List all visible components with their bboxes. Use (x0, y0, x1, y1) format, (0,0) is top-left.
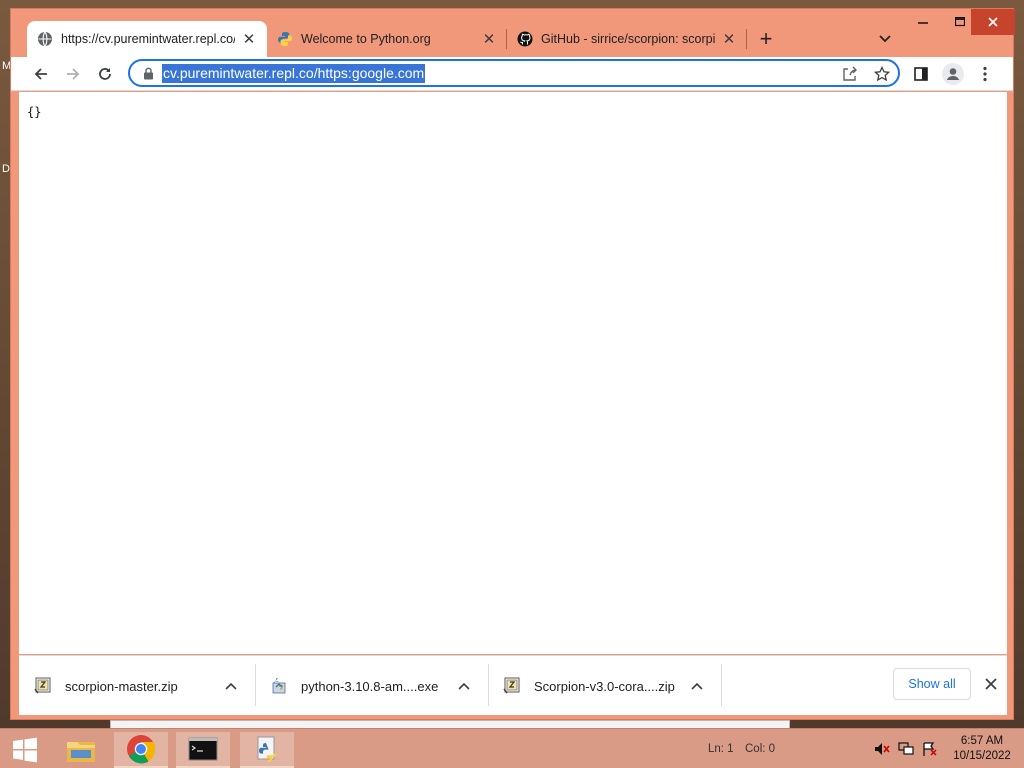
start-button[interactable] (0, 732, 50, 768)
profile-button[interactable] (939, 60, 967, 88)
maximize-icon (955, 17, 965, 27)
python-logo-icon (277, 31, 293, 47)
forward-button[interactable] (59, 60, 87, 88)
tab-github[interactable]: GitHub - sirrice/scorpion: scorpion ✕ (507, 21, 747, 57)
zip-file-icon (502, 676, 522, 696)
reload-icon (99, 68, 111, 80)
python-installer-icon (269, 676, 289, 696)
new-tab-button[interactable]: + (753, 26, 779, 52)
close-icon[interactable]: ✕ (481, 31, 497, 48)
globe-icon (37, 31, 53, 47)
minimize-button[interactable] (901, 9, 945, 35)
download-shelf: scorpion-master.zip python-3.10.8-am....… (19, 655, 1007, 715)
back-button[interactable] (27, 60, 55, 88)
tab-strip: https://cv.puremintwater.repl.co/https:g… (11, 9, 1015, 57)
desktop-icon-label: D (2, 163, 10, 175)
tab-title: Welcome to Python.org (301, 32, 431, 46)
tab-title: https://cv.puremintwater.repl.co/https:g… (61, 32, 235, 46)
side-panel-icon (914, 67, 928, 81)
url-text[interactable]: cv.puremintwater.repl.co/https:google.co… (162, 64, 426, 83)
clock-date: 10/15/2022 (953, 750, 1011, 762)
tab-title: GitHub - sirrice/scorpion: scorpion (541, 32, 715, 46)
arrow-left-icon (34, 68, 47, 80)
chevron-down-icon (879, 35, 891, 43)
github-icon (517, 31, 533, 47)
arrow-right-icon (67, 68, 80, 80)
window-close-button[interactable] (971, 9, 1015, 35)
download-item[interactable]: python-3.10.8-am....exe (255, 664, 488, 708)
lock-icon[interactable] (140, 65, 156, 81)
zip-file-icon (33, 676, 53, 696)
download-separator (721, 664, 722, 706)
volume-muted-icon[interactable] (874, 741, 890, 757)
file-explorer-icon[interactable] (54, 732, 108, 768)
close-icon (988, 17, 998, 27)
side-panel-button[interactable] (907, 60, 935, 88)
editor-line-number: Ln: 1 (708, 743, 734, 755)
show-all-downloads-button[interactable]: Show all (893, 668, 971, 700)
network-icon[interactable] (898, 741, 914, 757)
browser-window: https://cv.puremintwater.repl.co/https:g… (10, 8, 1015, 720)
tab-active[interactable]: https://cv.puremintwater.repl.co/https:g… (27, 21, 267, 57)
star-icon[interactable] (872, 64, 892, 84)
kebab-menu-icon (983, 66, 987, 82)
command-prompt-icon[interactable] (176, 732, 230, 768)
avatar (942, 63, 964, 85)
close-download-shelf-button[interactable] (981, 674, 1001, 694)
chevron-up-icon[interactable] (221, 676, 241, 696)
minimize-icon (918, 22, 928, 24)
download-item[interactable]: scorpion-master.zip (19, 664, 255, 708)
menu-button[interactable] (971, 60, 999, 88)
page-content: {} (19, 92, 1007, 654)
windows-logo-icon (13, 737, 37, 763)
close-icon[interactable]: ✕ (241, 31, 257, 48)
tab-separator (746, 29, 747, 49)
download-item[interactable]: Scorpion-v3.0-cora....zip (488, 664, 721, 708)
action-center-flag-icon[interactable] (922, 741, 938, 757)
reload-button[interactable] (91, 60, 119, 88)
close-icon[interactable]: ✕ (721, 31, 737, 48)
taskbar: Ln: 1 Col: 0 6:57 AM 10/15/2022 (0, 728, 1024, 768)
editor-column-number: Col: 0 (745, 743, 776, 755)
chevron-up-icon[interactable] (687, 676, 707, 696)
chevron-up-icon[interactable] (454, 676, 474, 696)
address-bar[interactable]: cv.puremintwater.repl.co/https:google.co… (128, 59, 900, 87)
share-icon[interactable] (840, 64, 860, 84)
download-filename: Scorpion-v3.0-cora....zip (534, 678, 675, 694)
download-filename: python-3.10.8-am....exe (301, 678, 439, 694)
tab-search-button[interactable] (873, 27, 897, 51)
chrome-icon[interactable] (114, 732, 168, 768)
tab-python[interactable]: Welcome to Python.org ✕ (267, 21, 507, 57)
close-icon (985, 678, 997, 690)
clock-time: 6:57 AM (960, 735, 1004, 747)
page-body-text: {} (27, 105, 42, 119)
python-icon[interactable] (240, 732, 294, 768)
system-clock[interactable]: 6:57 AM 10/15/2022 (946, 734, 1018, 764)
download-filename: scorpion-master.zip (65, 678, 178, 694)
browser-toolbar: cv.puremintwater.repl.co/https:google.co… (11, 57, 1013, 91)
